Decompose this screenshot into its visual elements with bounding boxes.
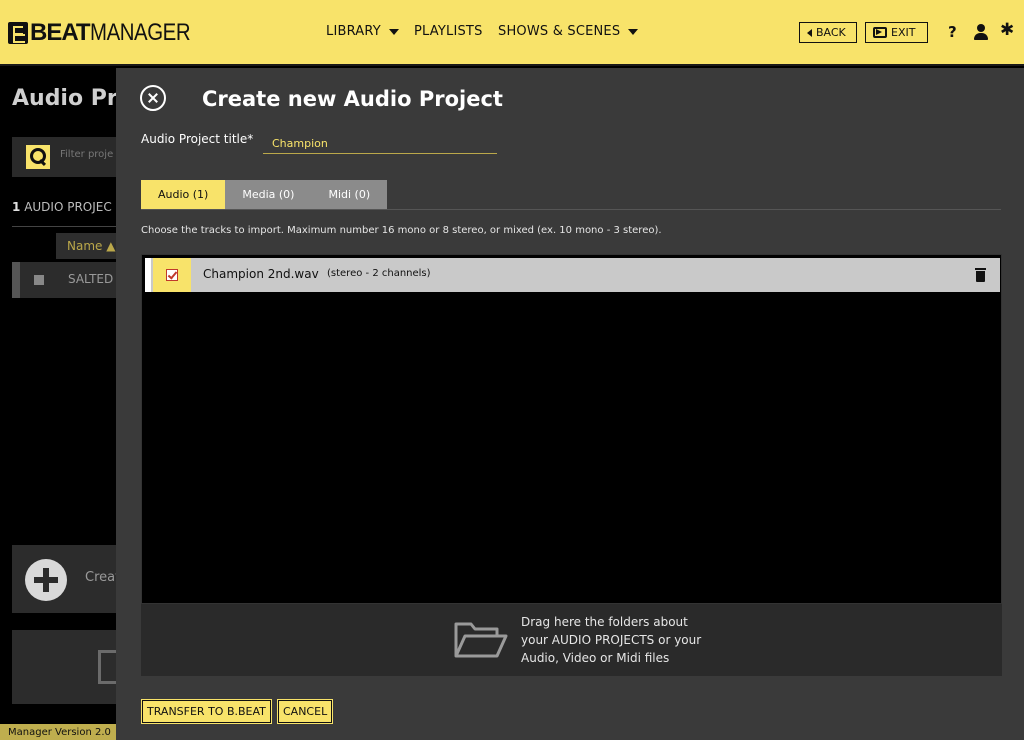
back-label: BACK: [816, 26, 846, 39]
track-list[interactable]: Champion 2nd.wav (stereo - 2 channels): [141, 254, 1002, 604]
plus-circle-icon: [25, 559, 67, 601]
project-count-number: 1: [12, 200, 21, 214]
exit-icon: [873, 27, 887, 38]
filter-placeholder: Filter proje: [60, 149, 114, 160]
import-hint: Choose the tracks to import. Maximum num…: [141, 225, 662, 236]
nav-shows-scenes[interactable]: SHOWS & SCENES: [498, 24, 639, 39]
transfer-button[interactable]: TRANSFER TO B.BEAT: [141, 699, 272, 724]
logo-mark-icon: [8, 22, 28, 44]
nav-library-label: LIBRARY: [326, 24, 381, 39]
track-info: (stereo - 2 channels): [327, 268, 431, 279]
exit-button[interactable]: EXIT: [865, 22, 928, 43]
row-indicator: [12, 262, 20, 298]
version-label: Manager Version 2.0: [0, 724, 116, 740]
top-bar: BEAT MANAGER LIBRARY PLAYLISTS SHOWS & S…: [0, 0, 1024, 66]
track-checkbox[interactable]: [153, 258, 191, 292]
tab-bar: Audio (1) Media (0) Midi (0): [141, 180, 388, 209]
project-count-label: AUDIO PROJEC: [24, 200, 112, 214]
modal-title: Create new Audio Project: [202, 87, 503, 111]
tab-midi[interactable]: Midi (0): [311, 180, 388, 209]
tab-media[interactable]: Media (0): [225, 180, 312, 209]
user-icon[interactable]: [974, 24, 988, 40]
column-header-label: Name: [67, 239, 103, 253]
filter-box[interactable]: Filter proje: [12, 137, 122, 177]
track-name: Champion 2nd.wav: [203, 267, 319, 281]
tab-divider: [141, 209, 1001, 210]
table-row[interactable]: SALTED V: [12, 262, 125, 298]
image-placeholder: [12, 630, 120, 704]
folder-open-icon: [454, 622, 508, 658]
project-title-input[interactable]: [263, 130, 497, 154]
tab-audio[interactable]: Audio (1): [141, 180, 226, 209]
exit-label: EXIT: [891, 26, 916, 39]
drop-zone-line: your AUDIO PROJECTS or your: [521, 633, 702, 647]
nav-playlists-label: PLAYLISTS: [414, 24, 483, 39]
project-count: 1 AUDIO PROJEC: [12, 200, 112, 214]
gear-icon[interactable]: ✱: [1000, 22, 1014, 39]
back-button[interactable]: BACK: [799, 22, 857, 43]
help-icon[interactable]: ?: [948, 23, 957, 41]
back-arrow-icon: [807, 28, 812, 37]
create-label: Creat: [85, 570, 121, 585]
drop-zone[interactable]: Drag here the folders about your AUDIO P…: [141, 604, 1002, 676]
cancel-button[interactable]: CANCEL: [276, 699, 334, 724]
column-header-name[interactable]: Name ▲: [56, 233, 116, 259]
create-project-button[interactable]: Creat: [12, 545, 120, 613]
chevron-down-icon: [628, 29, 639, 35]
search-icon: [26, 145, 50, 169]
checkmark-icon: [166, 269, 178, 281]
nav-playlists[interactable]: PLAYLISTS: [414, 24, 483, 39]
create-audio-project-modal: Create new Audio Project Audio Project t…: [116, 68, 1024, 740]
sort-asc-icon: ▲: [106, 239, 116, 253]
drop-zone-text: Drag here the folders about your AUDIO P…: [521, 613, 701, 667]
close-icon[interactable]: [140, 85, 166, 111]
trash-icon[interactable]: [975, 268, 986, 282]
project-title-label: Audio Project title*: [141, 132, 254, 146]
beatmanager-logo[interactable]: BEAT MANAGER: [8, 19, 207, 47]
row-checkbox[interactable]: [34, 275, 44, 285]
track-indicator: [145, 258, 151, 292]
divider: [12, 226, 116, 227]
drop-zone-line: Drag here the folders about: [521, 615, 688, 629]
track-row[interactable]: Champion 2nd.wav (stereo - 2 channels): [145, 258, 1000, 292]
nav-library[interactable]: LIBRARY: [326, 24, 399, 39]
logo-text-light: MANAGER: [89, 19, 191, 46]
chevron-down-icon: [388, 29, 399, 35]
logo-text-bold: BEAT: [30, 19, 91, 46]
nav-shows-label: SHOWS & SCENES: [498, 24, 621, 39]
drop-zone-line: Audio, Video or Midi files: [521, 651, 670, 665]
